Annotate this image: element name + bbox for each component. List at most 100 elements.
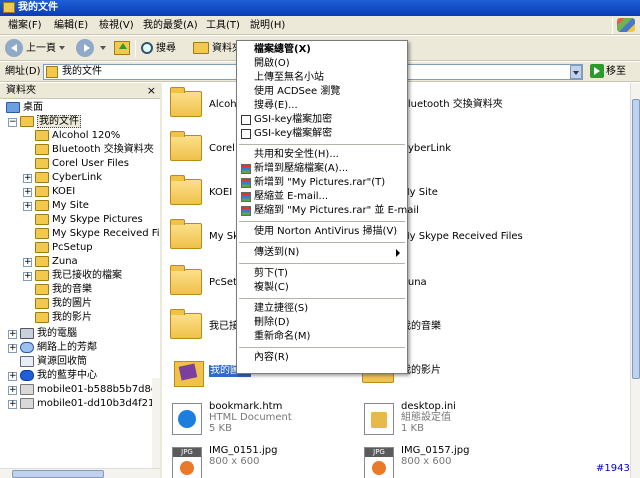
scroll-thumb[interactable] (632, 99, 640, 379)
context-menu-item[interactable]: 使用 Norton AntiVirus 掃描(V) (238, 225, 406, 239)
jpg-file-icon (172, 447, 202, 478)
file-item[interactable]: IMG_0151.jpg800 x 600 (170, 445, 350, 478)
folders-button[interactable]: 資料夾 (193, 39, 242, 58)
file-name: IMG_0157.jpg (401, 445, 470, 456)
tree-item[interactable]: + mobile01-dd10b3d4f21e29bf1c (8, 397, 160, 411)
file-item[interactable]: IMG_0157.jpg800 x 600 (362, 445, 542, 478)
tree-horizontal-scrollbar[interactable] (0, 468, 160, 478)
menu-view[interactable]: 檢視(V) (99, 19, 134, 32)
expand-icon[interactable]: + (23, 188, 32, 197)
context-menu-item[interactable]: 刪除(D) (238, 316, 406, 330)
context-menu-item[interactable]: 上傳至無名小站 (238, 71, 406, 85)
context-menu-item[interactable]: 新增到 "My Pictures.rar"(T) (238, 176, 406, 190)
expand-icon[interactable]: + (8, 330, 17, 339)
folder-icon (35, 241, 49, 253)
context-menu-item[interactable]: 複製(C) (238, 281, 406, 295)
tree-item[interactable]: + My Site (23, 199, 89, 213)
expand-icon[interactable]: + (23, 272, 32, 281)
expand-icon[interactable]: + (23, 202, 32, 211)
toolbar-separator (135, 40, 136, 57)
scroll-thumb[interactable] (12, 470, 104, 478)
context-menu-item[interactable]: 壓縮並 E-mail... (238, 190, 406, 204)
context-menu-item[interactable]: 搜尋(E)... (238, 99, 406, 113)
expand-icon[interactable]: + (8, 400, 17, 409)
file-item[interactable]: desktop.ini 組態設定值 1 KB (362, 401, 542, 441)
tree-vertical-scrollbar[interactable] (152, 378, 160, 478)
tree-item[interactable]: + 網路上的芳鄰 (8, 341, 97, 355)
file-item[interactable]: bookmark.htm HTML Document 5 KB (170, 401, 350, 441)
tree-item[interactable]: + mobile01-b588b5b7d8c952c0f2 (8, 383, 160, 397)
folder-icon (35, 269, 49, 281)
collapse-icon[interactable]: − (8, 118, 17, 127)
menu-separator (239, 263, 405, 264)
expand-icon[interactable]: + (8, 372, 17, 381)
context-menu-item[interactable]: 剪下(T) (238, 267, 406, 281)
tree-item[interactable]: 我的音樂 (35, 283, 92, 297)
up-folder-button[interactable] (114, 39, 130, 58)
tree-item[interactable]: Bluetooth 交換資料夾 (35, 143, 154, 157)
context-menu-item[interactable]: 共用和安全性(H)... (238, 148, 406, 162)
tree-item[interactable]: + 我的電腦 (8, 327, 77, 341)
tree-item[interactable]: 桌面 (6, 101, 43, 115)
tree-item[interactable]: PcSetup (35, 241, 93, 255)
tree-item[interactable]: + 我已接收的檔案 (23, 269, 122, 283)
context-menu-label: 新增到壓縮檔案(A)... (254, 163, 349, 174)
context-menu-label: 刪除(D) (254, 317, 290, 328)
expand-icon[interactable]: + (8, 386, 17, 395)
forward-button[interactable] (76, 39, 106, 58)
tree-item[interactable]: 資源回收筒 (20, 355, 87, 369)
window-title: 我的文件 (18, 2, 58, 13)
menu-help[interactable]: 說明(H) (250, 19, 285, 32)
chevron-down-icon[interactable] (100, 46, 106, 50)
context-menu-item[interactable]: 開啟(O) (238, 57, 406, 71)
tree-item[interactable]: + Zuna (23, 255, 78, 269)
tree-item-label: My Site (52, 200, 89, 211)
tree-item[interactable]: + KOEI (23, 185, 75, 199)
forward-arrow-icon (76, 39, 94, 57)
tree-item-label: My Skype Pictures (52, 214, 143, 225)
key-icon (241, 129, 251, 139)
tree-item[interactable]: + 我的藍芽中心 (8, 369, 97, 383)
bluetooth-icon (20, 369, 34, 381)
close-icon[interactable]: × (147, 83, 156, 99)
context-menu-item[interactable]: GSI-key檔案解密 (238, 127, 406, 141)
drive-icon (20, 383, 34, 395)
tree-item[interactable]: My Skype Received Files (35, 227, 160, 241)
menu-separator (239, 298, 405, 299)
context-menu-item[interactable]: GSI-key檔案加密 (238, 113, 406, 127)
context-menu-item[interactable]: 檔案總管(X) (238, 43, 406, 57)
back-button[interactable]: 上一頁 (5, 39, 65, 58)
tree-item[interactable]: − 我的文件 (8, 115, 81, 129)
context-menu-item[interactable]: 建立捷徑(S) (238, 302, 406, 316)
menu-edit[interactable]: 編輯(E) (54, 19, 88, 32)
tree-item[interactable]: 我的圖片 (35, 297, 92, 311)
menu-file[interactable]: 檔案(F) (8, 19, 42, 32)
file-size: 5 KB (209, 423, 232, 434)
file-view-scrollbar[interactable] (630, 83, 640, 478)
tree-item[interactable]: Corel User Files (35, 157, 129, 171)
tree-item-label: 我已接收的檔案 (52, 270, 122, 281)
tree-item-label: 我的文件 (37, 115, 81, 128)
menu-tools[interactable]: 工具(T) (206, 19, 240, 32)
go-button[interactable]: 移至 (590, 64, 626, 80)
address-dropdown[interactable] (570, 65, 582, 79)
expand-icon[interactable]: + (23, 174, 32, 183)
file-info: bookmark.htm HTML Document 5 KB (209, 401, 292, 434)
folders-pane: 資料夾 × 桌面 − 我的文件 Alcohol 120% Bluetooth 交換資料夾… (0, 83, 162, 478)
tree-item[interactable]: Alcohol 120% (35, 129, 120, 143)
context-menu-item[interactable]: 使用 ACDSee 瀏覽 (238, 85, 406, 99)
context-menu-item[interactable]: 新增到壓縮檔案(A)... (238, 162, 406, 176)
context-menu-item[interactable]: 壓縮到 "My Pictures.rar" 並 E-mail (238, 204, 419, 218)
context-menu-item[interactable]: 重新命名(M) (238, 330, 406, 344)
back-arrow-icon (5, 39, 23, 57)
tree-item[interactable]: My Skype Pictures (35, 213, 143, 227)
context-menu-item[interactable]: 傳送到(N) (238, 246, 406, 260)
context-menu-item[interactable]: 內容(R) (238, 351, 406, 365)
expand-icon[interactable]: + (23, 258, 32, 267)
chevron-down-icon[interactable] (59, 46, 65, 50)
tree-item[interactable]: + CyberLink (23, 171, 102, 185)
search-button[interactable]: 搜尋 (141, 39, 176, 58)
tree-item[interactable]: 我的影片 (35, 311, 92, 325)
menu-favorites[interactable]: 我的最愛(A) (143, 19, 198, 32)
expand-icon[interactable]: + (8, 344, 17, 353)
